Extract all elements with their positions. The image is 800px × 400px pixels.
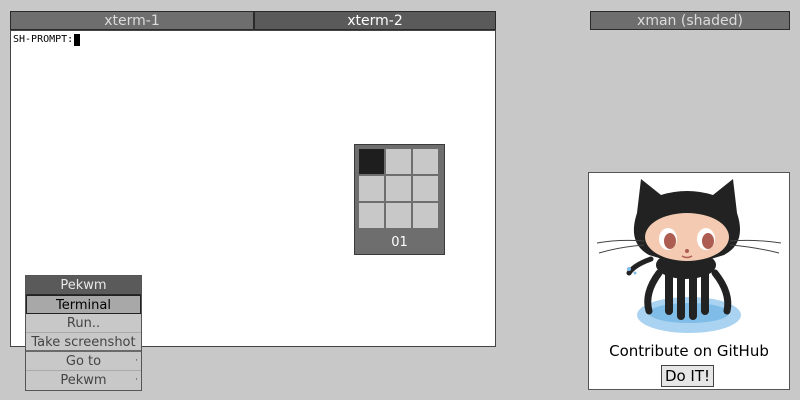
pager-desktop-3[interactable] — [413, 149, 438, 174]
pager-desktop-6[interactable] — [413, 176, 438, 201]
xman-shaded-titlebar[interactable]: xman (shaded) — [590, 11, 790, 30]
root-menu[interactable]: Pekwm Terminal Run.. Take screenshot Go … — [25, 275, 142, 391]
menu-title: Pekwm — [26, 276, 141, 295]
submenu-arrow-icon: · — [135, 375, 138, 385]
github-widget: Contribute on GitHub Do IT! — [588, 172, 790, 390]
terminal-output: SH-PROMPT: — [13, 34, 81, 46]
pager-desktop-8[interactable] — [386, 203, 411, 228]
pager-desktop-5[interactable] — [386, 176, 411, 201]
menu-item-terminal[interactable]: Terminal — [26, 295, 141, 314]
menu-item-pekwm[interactable]: Pekwm · — [26, 371, 141, 390]
shell-prompt: SH-PROMPT: — [13, 34, 74, 45]
tab-xterm-2[interactable]: xterm-2 — [254, 11, 496, 30]
pager-desktop-2[interactable] — [386, 149, 411, 174]
menu-item-pekwm-label: Pekwm — [60, 373, 107, 388]
menu-item-go-to-label: Go to — [65, 354, 102, 369]
menu-item-take-screenshot[interactable]: Take screenshot — [26, 333, 141, 352]
pager-desktop-1[interactable] — [359, 149, 384, 174]
pager-desktop-label: 01 — [391, 235, 408, 250]
pager-grid — [359, 149, 438, 228]
pager-desktop-7[interactable] — [359, 203, 384, 228]
github-caption: Contribute on GitHub — [609, 342, 769, 360]
desktop-pager[interactable]: 01 — [354, 144, 445, 255]
menu-item-run[interactable]: Run.. — [26, 314, 141, 333]
submenu-arrow-icon: · — [135, 356, 138, 366]
octocat-icon — [596, 179, 782, 333]
menu-item-go-to[interactable]: Go to · — [26, 352, 141, 371]
text-cursor — [74, 34, 81, 46]
pager-desktop-9[interactable] — [413, 203, 438, 228]
tab-xterm-1[interactable]: xterm-1 — [10, 11, 254, 30]
do-it-button[interactable]: Do IT! — [661, 365, 714, 387]
pager-desktop-4[interactable] — [359, 176, 384, 201]
